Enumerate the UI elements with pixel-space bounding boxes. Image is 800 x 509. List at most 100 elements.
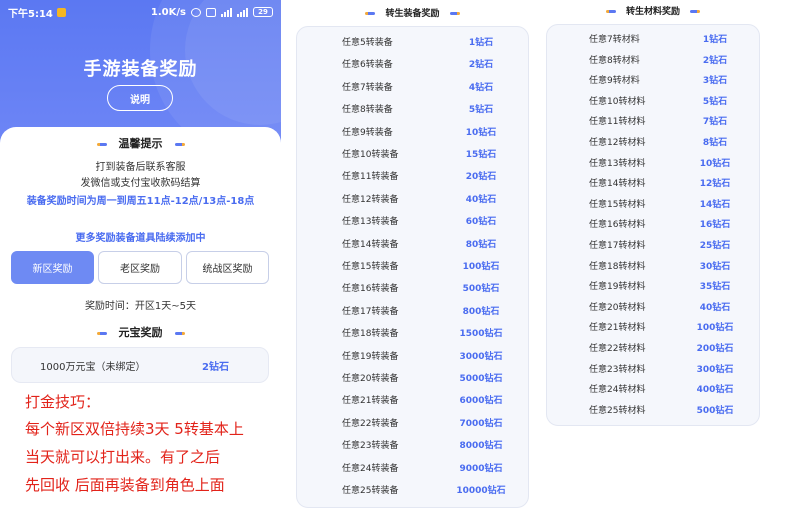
strategy-line: 当天就可以打出来。有了之后	[25, 448, 221, 466]
row-item-value: 16钻石	[699, 220, 731, 231]
row-item-name: 任意15转材料	[589, 199, 646, 210]
row-item-name: 任意10转装备	[342, 150, 399, 160]
row-item-value: 80钻石	[465, 239, 497, 250]
row-item-value: 1钻石	[468, 38, 494, 48]
row-item-value: 12钻石	[699, 179, 731, 190]
material-table-title: 转生材料奖励	[546, 4, 760, 17]
row-item-value: 400钻石	[696, 385, 734, 396]
title-deco-icon	[174, 331, 185, 335]
row-item-name: 任意17转材料	[589, 241, 646, 251]
row-item-value: 10000钻石	[456, 486, 506, 496]
row-item-value: 5钻石	[702, 96, 728, 107]
row-item-value: 6000钻石	[459, 396, 503, 407]
phone-screen: 下午5:14 1.0K/s 29 手游装备奖励 说明 温馨提示 打到装备后联系客…	[0, 0, 281, 509]
strategy-line: 打金技巧：	[25, 393, 101, 411]
row-item-value: 14钻石	[699, 199, 731, 210]
row-item-name: 任意5转装备	[342, 38, 393, 48]
row-item-value: 25钻石	[699, 241, 731, 251]
row-item-name: 任意12转材料	[589, 138, 646, 148]
tab-old-server[interactable]: 老区奖励	[98, 251, 182, 284]
row-item-value: 2钻石	[702, 55, 728, 66]
reward-time: 奖励时间：开区1天~5天	[84, 301, 197, 312]
row-item-value: 20钻石	[465, 172, 497, 183]
row-item-name: 任意13转材料	[589, 158, 646, 169]
row-item-name: 任意11转装备	[342, 172, 399, 183]
title-deco-icon	[690, 10, 700, 13]
row-item-name: 任意7转装备	[342, 82, 393, 93]
row-item-value: 100钻石	[696, 323, 734, 334]
row-item-name: 任意21转材料	[589, 323, 646, 334]
row-item-value: 4钻石	[468, 82, 494, 93]
row-item-value: 15钻石	[465, 150, 497, 160]
row-item-value: 7钻石	[702, 117, 728, 128]
battery-icon: 29	[253, 7, 273, 17]
row-item-value: 5钻石	[468, 105, 494, 116]
yuanbao-title: 元宝奖励	[0, 324, 281, 340]
row-item-name: 任意14转装备	[342, 239, 399, 250]
row-item-name: 任意6转装备	[342, 60, 393, 71]
row-item-value: 9000钻石	[459, 463, 503, 474]
network-speed: 1.0K/s	[150, 6, 186, 18]
row-item-name: 任意9转装备	[342, 127, 393, 138]
row-item-value: 800钻石	[462, 306, 500, 317]
reward-name: 1000万元宝（未绑定）	[40, 361, 146, 373]
notification-icon	[56, 7, 66, 17]
row-item-name: 任意13转装备	[342, 217, 399, 228]
status-bar: 下午5:14 1.0K/s 29	[0, 0, 281, 24]
row-item-value: 5000钻石	[459, 374, 503, 384]
row-item-name: 任意7转材料	[589, 35, 640, 45]
row-item-value: 10钻石	[699, 158, 731, 169]
row-item-value: 8000钻石	[459, 441, 503, 452]
row-item-name: 任意19转装备	[342, 351, 399, 362]
row-item-value: 1500钻石	[459, 329, 503, 340]
title-deco-icon	[449, 12, 460, 15]
equip-reward-table: 任意5转装备 1钻石 任意6转装备 2钻石 任意7转装备 4钻石 任意8转装备 5钻石 任意9转…	[296, 26, 529, 508]
strategy-line: 每个新区双倍持续3天 5转基本上	[25, 420, 244, 438]
row-item-value: 30钻石	[699, 261, 731, 272]
signal-icon	[237, 7, 248, 17]
row-item-value: 10钻石	[465, 127, 497, 138]
row-item-name: 任意19转材料	[589, 282, 646, 293]
yuanbao-reward-row: 1000万元宝（未绑定） 2钻石	[11, 347, 269, 383]
tip-line: 发微信或支付宝收款码结算	[80, 178, 201, 189]
row-item-name: 任意12转装备	[342, 194, 399, 205]
row-item-name: 任意15转装备	[342, 262, 399, 272]
row-item-value: 40钻石	[465, 194, 497, 205]
title-deco-icon	[174, 142, 185, 146]
explain-button[interactable]: 说明	[107, 85, 173, 111]
reward-value: 2钻石	[202, 361, 229, 373]
row-item-value: 100钻石	[462, 262, 500, 272]
row-item-name: 任意23转装备	[342, 441, 399, 452]
tab-new-server[interactable]: 新区奖励	[11, 251, 94, 284]
row-item-value: 300钻石	[696, 364, 734, 375]
row-item-name: 任意20转装备	[342, 374, 399, 384]
row-item-value: 3钻石	[702, 76, 728, 87]
row-item-value: 60钻石	[465, 217, 497, 228]
row-item-value: 3000钻石	[459, 351, 503, 362]
row-item-name: 任意24转材料	[589, 385, 646, 396]
title-deco-icon	[96, 331, 107, 335]
status-time: 下午5:14	[8, 8, 53, 20]
sim-icon	[206, 7, 216, 17]
row-item-name: 任意22转装备	[342, 418, 399, 429]
page-title: 手游装备奖励	[83, 59, 198, 80]
alarm-icon	[191, 7, 201, 17]
tip-more-line: 更多奖励装备道具陆续添加中	[75, 233, 206, 244]
row-item-value: 40钻石	[699, 302, 731, 313]
row-item-name: 任意14转材料	[589, 179, 646, 190]
row-item-name: 任意20转材料	[589, 302, 646, 313]
title-deco-icon	[96, 142, 107, 146]
title-deco-icon	[605, 10, 616, 13]
row-item-name: 任意16转材料	[589, 220, 646, 231]
row-item-value: 7000钻石	[459, 418, 503, 429]
row-item-name: 任意24转装备	[342, 463, 399, 474]
tab-united-server[interactable]: 统战区奖励	[186, 251, 269, 284]
title-deco-icon	[365, 12, 376, 15]
row-item-name: 任意10转材料	[589, 96, 646, 107]
row-item-value: 2钻石	[468, 60, 494, 71]
row-item-name: 任意18转材料	[589, 261, 646, 272]
row-item-name: 任意9转材料	[589, 76, 640, 87]
row-item-name: 任意21转装备	[342, 396, 399, 407]
row-item-value: 35钻石	[699, 282, 731, 293]
row-item-name: 任意17转装备	[342, 306, 399, 317]
